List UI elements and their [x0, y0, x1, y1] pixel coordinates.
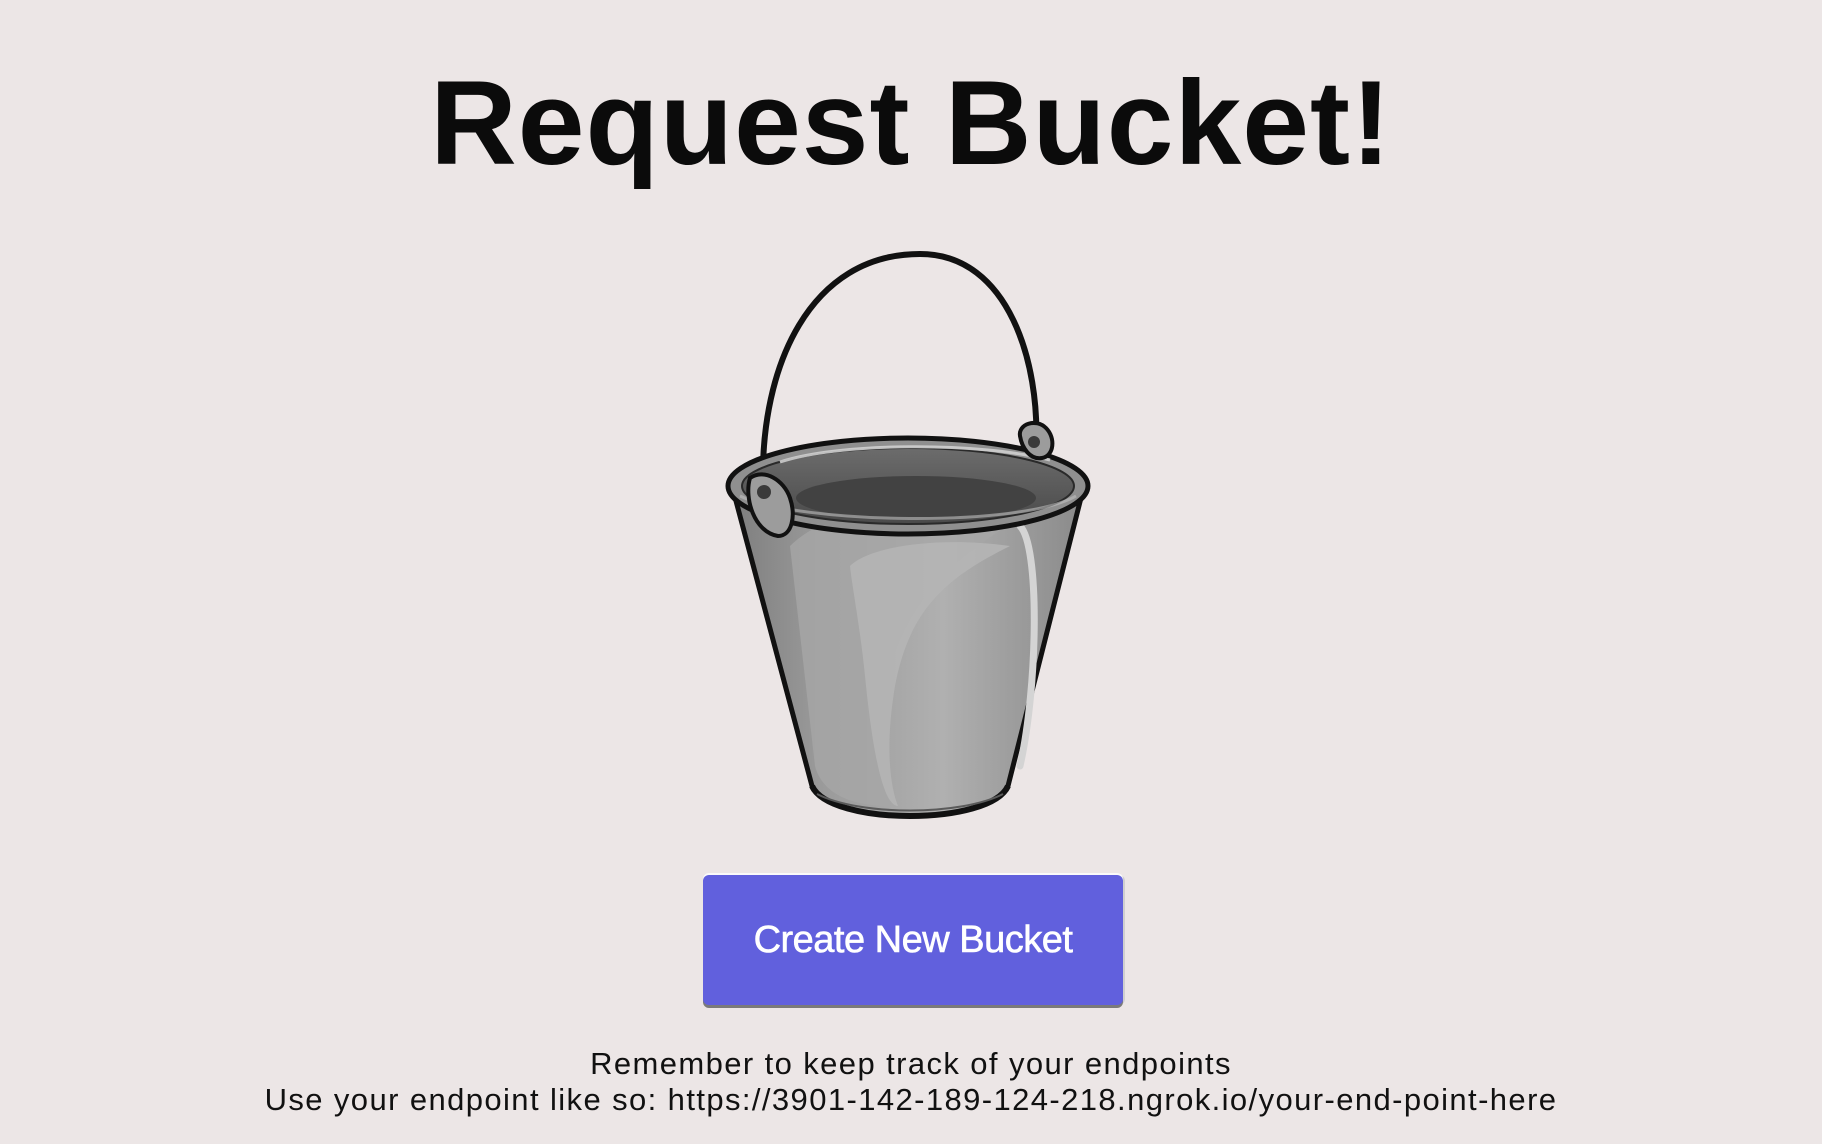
bucket-icon [720, 246, 1100, 830]
create-new-bucket-button[interactable]: Create New Bucket [703, 875, 1123, 1005]
page-root: Request Bucket! Create New Bucket Rememb… [0, 0, 1822, 1144]
endpoint-reminder-text: Remember to keep track of your endpoints [590, 1046, 1232, 1081]
endpoint-usage-text: Use your endpoint like so: https://3901-… [264, 1082, 1558, 1117]
hints: Remember to keep track of your endpoints… [0, 1046, 1822, 1118]
page-title: Request Bucket! [430, 56, 1392, 190]
